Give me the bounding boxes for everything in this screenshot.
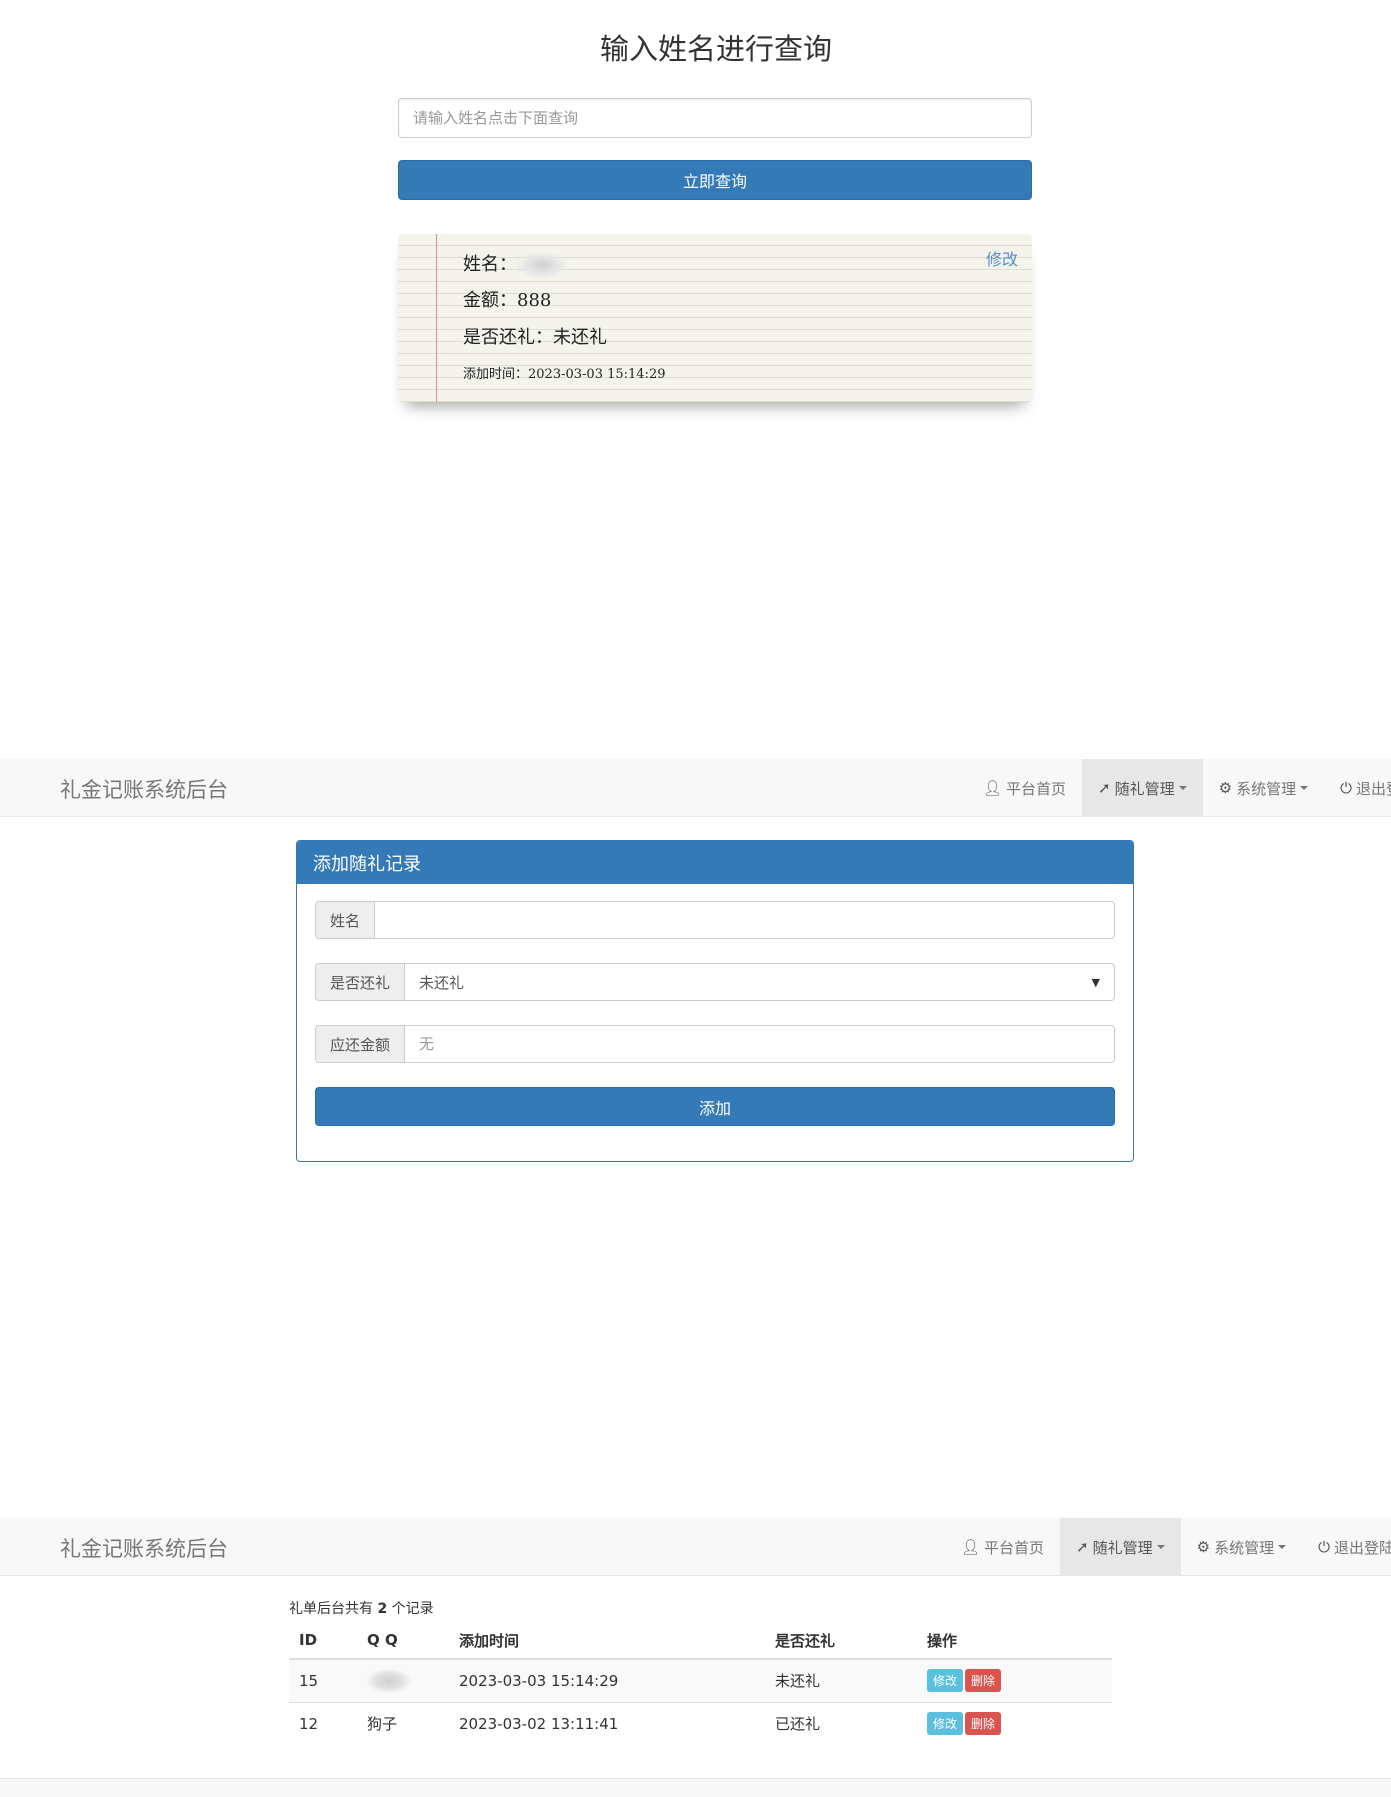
nav-logout-label: 退出登陆 [1355,779,1391,798]
col-header-actions: 操作 [917,1622,1112,1660]
amount-label: 应还金额 [315,1025,406,1063]
navbar-menu: 👤︎平台首页 ➚随礼管理 ⚙︎系统管理 ⏻︎退出登陆 [945,1518,1391,1576]
nav-gift-management[interactable]: ➚ 随礼管理 [1082,759,1203,817]
edit-button[interactable]: 修改 [927,1712,964,1736]
delete-button[interactable]: 删除 [965,1712,1002,1736]
name-input[interactable] [375,901,1115,939]
gear-icon: ⚙︎ [1218,779,1233,797]
amount-input[interactable] [405,1025,1115,1063]
pin-icon: ➚ [1076,1538,1089,1556]
note-returned-label: 是否还礼： [463,327,553,348]
returned-input-group: 是否还礼 未还礼 ▼ [315,963,1115,1001]
note-time-row: 添加时间：2023-03-03 15:14:29 [463,363,666,382]
records-summary: 礼单后台共有 2 个记录 [289,1598,434,1618]
nav-gift-label: 随礼管理 [1114,779,1175,798]
note-margin-line [436,234,437,402]
name-search-input[interactable] [398,98,1032,138]
nav-home[interactable]: 👤︎ 平台首页 [967,759,1082,817]
returned-select[interactable]: 未还礼 ▼ [405,963,1115,1001]
table-header-row: ID Q Q 添加时间 是否还礼 操作 [289,1622,1112,1660]
redacted-name [367,1668,411,1693]
cell-qq: 狗子 [357,1701,449,1745]
query-title: 输入姓名进行查询 [599,32,832,66]
navbar-brand[interactable]: 礼金记账系统后台 [60,1533,228,1563]
result-note-card: 修改 姓名： 金额：888 是否还礼：未还礼 添加时间：2023-03-03 1… [398,234,1032,402]
amount-input-group: 应还金额 [315,1025,1115,1063]
nav-logout[interactable]: ⏻︎退出登陆 [1324,759,1391,817]
query-button[interactable]: 立即查询 [398,160,1032,200]
nav-home-label: 平台首页 [984,1538,1045,1557]
nav-logout-label: 退出登陆 [1333,1538,1391,1557]
pin-icon: ➚ [1098,779,1111,797]
note-returned-value: 未还礼 [553,327,607,348]
cell-actions: 修改 删除 [917,1658,1112,1702]
user-icon: 👤︎ [960,1538,981,1556]
add-button[interactable]: 添加 [315,1087,1115,1126]
returned-label: 是否还礼 [315,963,406,1001]
name-input-group: 姓名 [315,901,1115,939]
note-name-row: 姓名： [463,250,567,278]
cell-actions: 修改 删除 [917,1701,1112,1745]
user-icon: 👤︎ [982,779,1003,797]
note-time-value: 2023-03-03 15:14:29 [528,367,666,382]
chevron-down-icon [1156,1545,1165,1549]
note-amount-label: 金额： [463,290,517,311]
nav-gift-management[interactable]: ➚ 随礼管理 [1060,1518,1181,1576]
col-header-returned: 是否还礼 [765,1622,917,1660]
panel-heading: 添加随礼记录 [297,841,1133,884]
record-count: 2 [377,1601,388,1617]
returned-select-value: 未还礼 [419,973,465,992]
add-record-panel: 添加随礼记录 姓名 是否还礼 未还礼 ▼ 应还金额 添加 [296,840,1134,1162]
chevron-down-icon [1278,1545,1287,1549]
cell-time: 2023-03-02 13:11:41 [449,1701,765,1745]
gear-icon: ⚙︎ [1196,1538,1211,1556]
records-table: ID Q Q 添加时间 是否还礼 操作 15 2023-03-03 15:14:… [289,1622,1112,1745]
note-amount-value: 888 [517,290,552,311]
note-name-redacted [517,252,567,278]
note-name-label: 姓名： [463,254,517,275]
col-header-qq: Q Q [357,1622,449,1660]
power-icon: ⏻︎ [1340,779,1352,797]
summary-suffix: 个记录 [387,1601,434,1617]
nav-system-label: 系统管理 [1214,1538,1275,1557]
note-time-label: 添加时间： [463,367,529,382]
cell-returned: 已还礼 [765,1701,917,1745]
nav-home[interactable]: 👤︎ 平台首页 [945,1518,1060,1576]
cell-returned: 未还礼 [765,1658,917,1702]
nav-home-label: 平台首页 [1006,779,1067,798]
note-amount-row: 金额：888 [463,286,551,312]
cell-id: 15 [289,1658,357,1702]
table-row: 15 2023-03-03 15:14:29 未还礼 修改 删除 [289,1658,1112,1702]
navbar-menu: 👤︎平台首页 ➚随礼管理 ⚙︎系统管理 ⏻︎退出登陆 [967,759,1391,817]
nav-system-management[interactable]: ⚙︎ 系统管理 [1203,759,1324,817]
nav-system-label: 系统管理 [1236,779,1297,798]
cell-time: 2023-03-03 15:14:29 [449,1658,765,1702]
power-icon: ⏻︎ [1318,1538,1330,1556]
delete-button[interactable]: 删除 [965,1669,1002,1693]
nav-gift-label: 随礼管理 [1092,1538,1153,1557]
note-edit-link[interactable]: 修改 [986,246,1018,270]
cell-id: 12 [289,1701,357,1745]
chevron-down-icon [1300,786,1309,790]
navbar-brand[interactable]: 礼金记账系统后台 [60,774,228,804]
edit-button[interactable]: 修改 [927,1669,964,1693]
col-header-id: ID [289,1622,357,1660]
footer-bar [0,1778,1391,1797]
dropdown-arrow-icon: ▼ [1091,975,1100,989]
table-row: 12 狗子 2023-03-02 13:11:41 已还礼 修改 删除 [289,1701,1112,1745]
navbar: 礼金记账系统后台 👤︎平台首页 ➚随礼管理 ⚙︎系统管理 ⏻︎退出登陆 [0,1518,1391,1576]
nav-logout[interactable]: ⏻︎退出登陆 [1302,1518,1391,1576]
name-label: 姓名 [315,901,376,939]
chevron-down-icon [1178,786,1187,790]
navbar: 礼金记账系统后台 👤︎平台首页 ➚随礼管理 ⚙︎系统管理 ⏻︎退出登陆 [0,759,1391,817]
col-header-time: 添加时间 [449,1622,765,1660]
nav-system-management[interactable]: ⚙︎ 系统管理 [1181,1518,1302,1576]
note-returned-row: 是否还礼：未还礼 [463,323,607,349]
cell-qq [357,1658,449,1702]
summary-prefix: 礼单后台共有 [289,1601,378,1617]
